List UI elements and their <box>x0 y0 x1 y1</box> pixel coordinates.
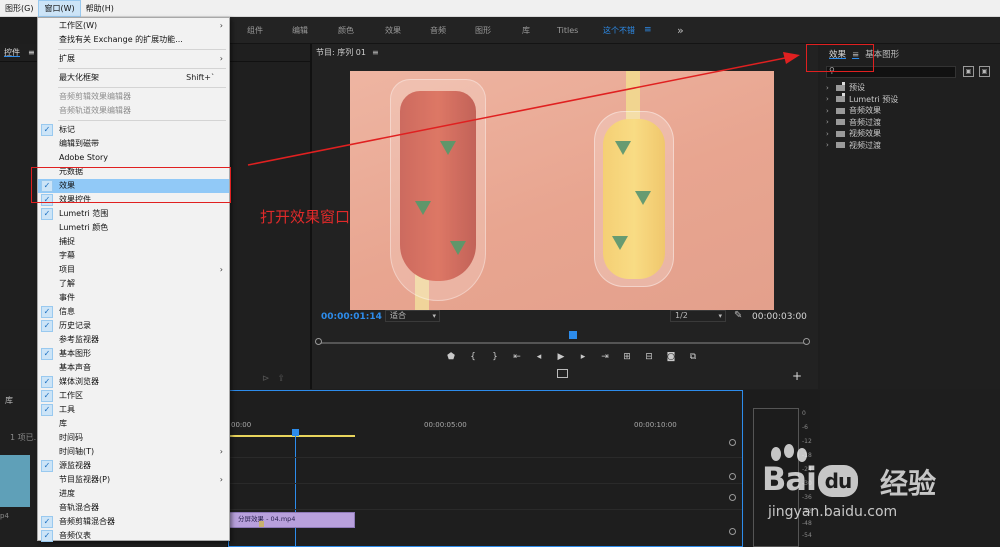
watermark-url: jingyan.baidu.com <box>768 504 898 520</box>
annotation-text: 打开效果窗口 <box>260 208 351 226</box>
watermark-brand: Bai du <box>762 460 858 498</box>
premiere-window: 图形(G) 窗口(W) 帮助(H) 组件 编辑 颜色 效果 音频 图形 库 Ti… <box>0 0 1000 547</box>
watermark: Bai du 经验 jingyan.baidu.com <box>748 440 1000 547</box>
watermark-cn: 经验 <box>880 467 937 500</box>
